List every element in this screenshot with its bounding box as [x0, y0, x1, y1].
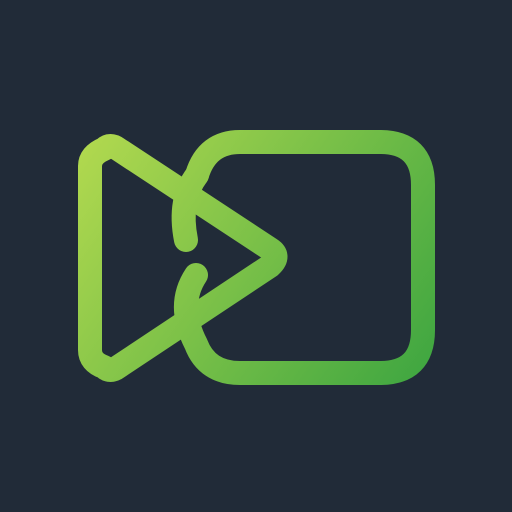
camera-body-left-edge-shape — [171, 163, 209, 252]
camera-body-shape — [174, 130, 435, 385]
video-play-logo-icon — [78, 130, 435, 385]
app-icon — [0, 0, 512, 512]
